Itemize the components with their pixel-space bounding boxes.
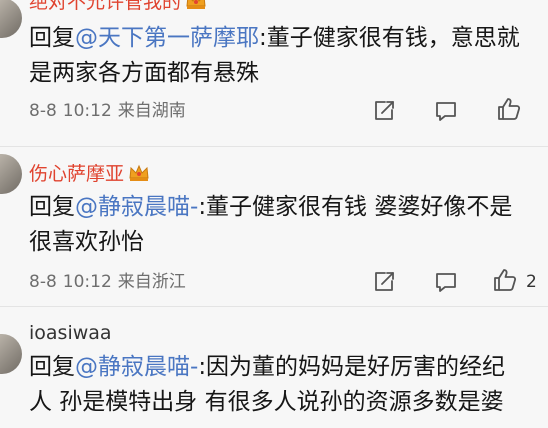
reply-prefix: 回复: [29, 194, 75, 220]
comment-username[interactable]: 绝对不允许管我的: [29, 0, 207, 14]
comment-text: 人 孙是模特出身 有很多人说孙的资源多数是婆: [29, 389, 504, 415]
comment-text: 很喜欢孙怡: [29, 229, 144, 255]
avatar[interactable]: [0, 154, 22, 194]
vip-crown-icon: [128, 163, 150, 183]
comment-item-1: 绝对不允许管我的 回复@天下第一萨摩耶:董子健家很有钱，意思就 是两家各方面都有…: [0, 0, 548, 150]
comment-body: 回复@静寂晨喵-:因为董的妈妈是好厉害的经纪 人 孙是模特出身 有很多人说孙的资…: [29, 350, 544, 420]
comment-meta: 8-8 10:12 来自湖南: [29, 100, 186, 122]
vip-crown-icon: [185, 0, 207, 11]
like-icon[interactable]: [496, 96, 522, 122]
comment-text: :董子健家很有钱，意思就: [259, 25, 520, 51]
avatar[interactable]: [0, 334, 22, 374]
comment-time: 10:12: [62, 272, 112, 292]
mention-link[interactable]: @静寂晨喵-: [75, 194, 198, 220]
username-text[interactable]: ioasiwaa: [29, 322, 112, 344]
repost-icon[interactable]: [372, 99, 396, 123]
mention-link[interactable]: @天下第一萨摩耶: [75, 25, 259, 51]
username-text[interactable]: 绝对不允许管我的: [29, 0, 181, 13]
comment-body: 回复@天下第一萨摩耶:董子健家很有钱，意思就 是两家各方面都有悬殊: [29, 21, 544, 91]
comment-username[interactable]: ioasiwaa: [29, 321, 112, 345]
comment-username[interactable]: 伤心萨摩亚: [29, 162, 150, 186]
comment-location: 来自浙江: [117, 272, 186, 292]
comment-time: 10:12: [62, 101, 112, 121]
mention-link[interactable]: @静寂晨喵-: [75, 354, 198, 380]
reply-prefix: 回复: [29, 25, 75, 51]
comment-date: 8-8: [29, 101, 57, 121]
comment-item-2: 伤心萨摩亚 回复@静寂晨喵-:董子健家很有钱 婆婆好像不是 很喜欢孙怡 8-8 1…: [0, 150, 548, 308]
comment-text: :董子健家很有钱 婆婆好像不是: [198, 194, 513, 220]
comment-date: 8-8: [29, 272, 57, 292]
comment-body: 回复@静寂晨喵-:董子健家很有钱 婆婆好像不是 很喜欢孙怡: [29, 190, 544, 260]
avatar[interactable]: [0, 0, 22, 38]
divider: [0, 306, 548, 307]
comment-icon[interactable]: [434, 99, 458, 123]
comment-location: 来自湖南: [117, 101, 186, 121]
comment-meta: 8-8 10:12 来自浙江: [29, 271, 186, 293]
repost-icon[interactable]: [372, 270, 396, 294]
like-count: 2: [526, 272, 537, 292]
reply-prefix: 回复: [29, 354, 75, 380]
divider: [0, 146, 548, 147]
comment-text: 是两家各方面都有悬殊: [29, 60, 259, 86]
username-text[interactable]: 伤心萨摩亚: [29, 163, 124, 185]
comment-icon[interactable]: [434, 270, 458, 294]
comment-item-3: ioasiwaa 回复@静寂晨喵-:因为董的妈妈是好厉害的经纪 人 孙是模特出身…: [0, 310, 548, 428]
like-icon[interactable]: [492, 267, 518, 293]
comment-text: :因为董的妈妈是好厉害的经纪: [198, 354, 506, 380]
